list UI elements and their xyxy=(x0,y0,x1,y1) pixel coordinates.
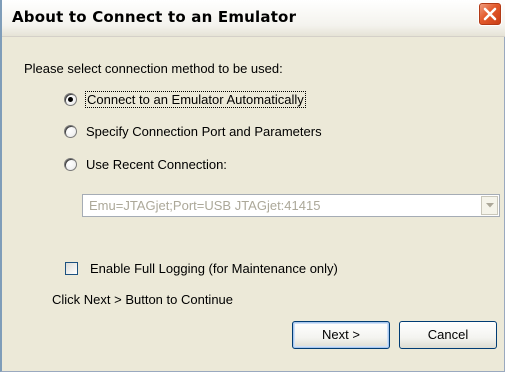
continue-hint: Click Next > Button to Continue xyxy=(52,292,234,307)
radio-label-use-recent[interactable]: Use Recent Connection: xyxy=(86,157,227,172)
enable-logging-label[interactable]: Enable Full Logging (for Maintenance onl… xyxy=(90,261,338,276)
close-icon xyxy=(483,7,497,21)
recent-connection-dropdown[interactable]: Emu=JTAGjet;Port=USB JTAGjet:41415 xyxy=(82,194,500,217)
next-button[interactable]: Next > xyxy=(292,321,390,349)
radio-button-selected[interactable] xyxy=(64,92,77,106)
dialog-title: About to Connect to an Emulator xyxy=(12,8,297,26)
connection-method-prompt: Please select connection method to be us… xyxy=(24,61,283,76)
dropdown-button[interactable] xyxy=(481,196,498,215)
radio-label-connect-automatically[interactable]: Connect to an Emulator Automatically xyxy=(85,90,306,108)
radio-button[interactable] xyxy=(64,124,77,138)
enable-logging-checkbox[interactable] xyxy=(65,261,78,275)
radio-specify-port[interactable]: Specify Connection Port and Parameters xyxy=(64,121,322,141)
dialog-window: About to Connect to an Emulator Please s… xyxy=(0,0,505,372)
chevron-down-icon xyxy=(485,203,494,208)
radio-use-recent[interactable]: Use Recent Connection: xyxy=(64,154,227,174)
radio-connect-automatically[interactable]: Connect to an Emulator Automatically xyxy=(64,89,306,109)
radio-button[interactable] xyxy=(64,157,77,171)
enable-logging-option[interactable]: Enable Full Logging (for Maintenance onl… xyxy=(65,258,338,278)
close-button[interactable] xyxy=(478,2,502,26)
recent-connection-value: Emu=JTAGjet;Port=USB JTAGjet:41415 xyxy=(89,198,321,213)
radio-label-specify-port[interactable]: Specify Connection Port and Parameters xyxy=(86,124,322,139)
cancel-button[interactable]: Cancel xyxy=(399,321,497,349)
title-bar[interactable]: About to Connect to an Emulator xyxy=(2,0,505,37)
